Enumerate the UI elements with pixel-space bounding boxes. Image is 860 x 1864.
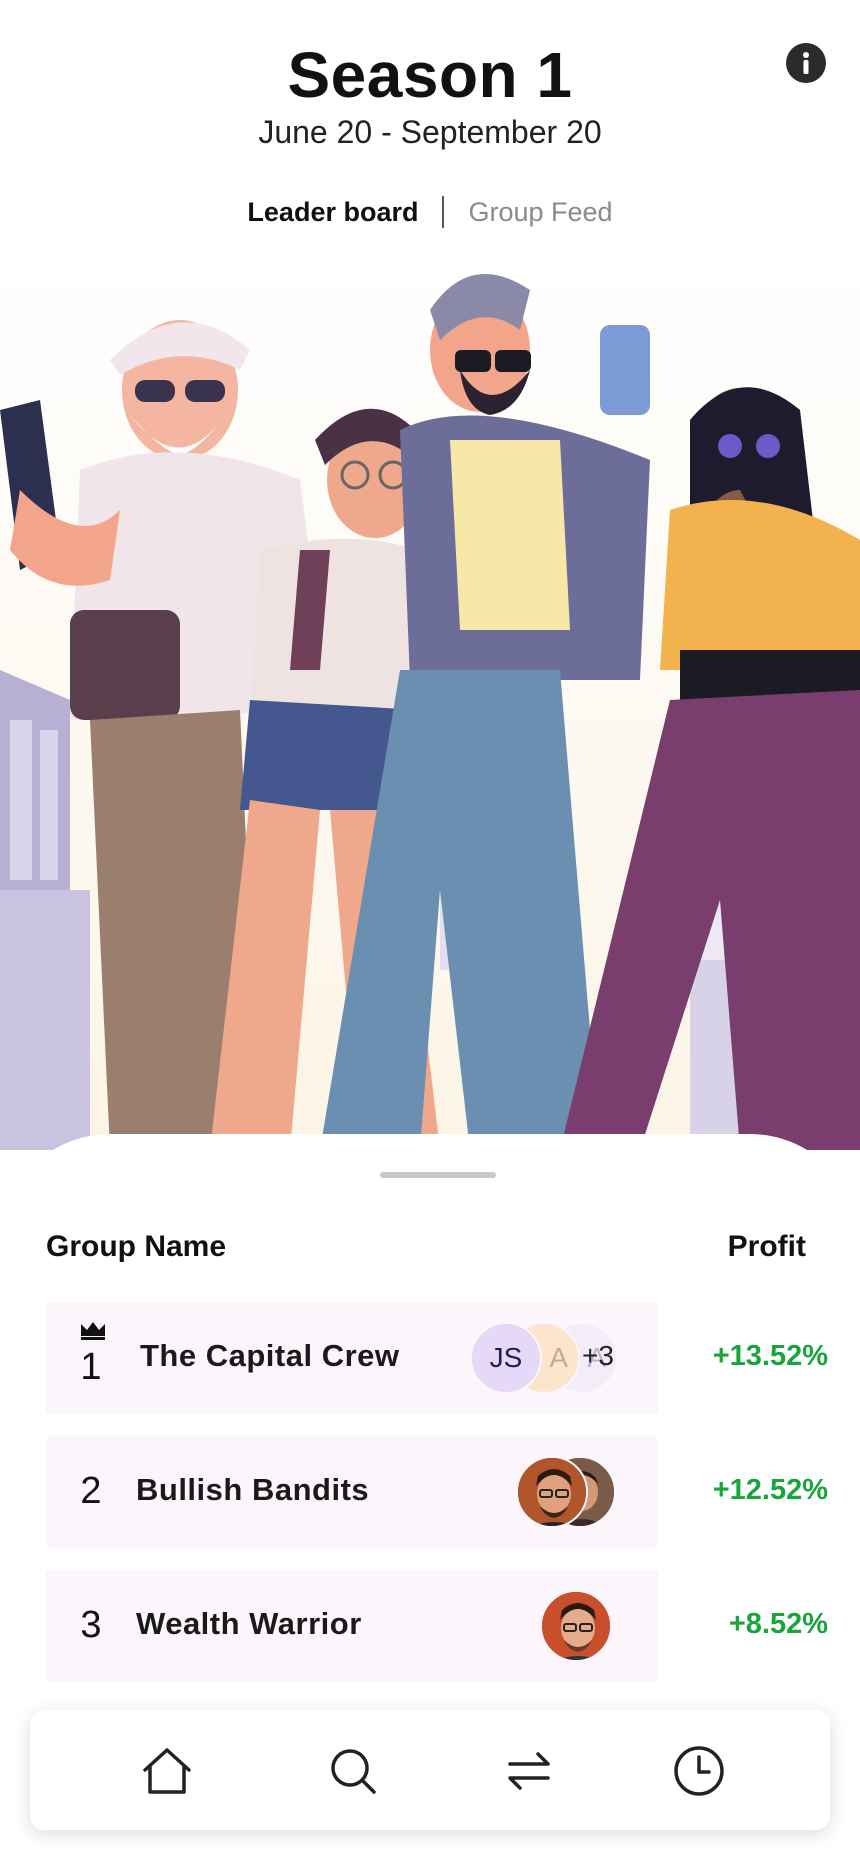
page-title: Season 1 — [287, 39, 573, 111]
search-icon — [331, 1749, 376, 1794]
nav-history[interactable] — [672, 1744, 726, 1798]
info-button[interactable] — [786, 43, 826, 83]
hero-illustration — [0, 250, 860, 1150]
bottom-nav — [30, 1710, 830, 1830]
avatar — [516, 1456, 588, 1528]
rank-number: 2 — [80, 1470, 102, 1512]
group-name: Wealth Warrior — [136, 1606, 362, 1641]
drag-handle[interactable] — [380, 1172, 496, 1178]
profit-value: +12.52% — [712, 1474, 828, 1506]
rank-number: 1 — [80, 1346, 102, 1388]
member-avatars — [540, 1590, 620, 1662]
info-icon — [803, 52, 809, 74]
swap-icon — [508, 1752, 550, 1790]
header: Season 1 June 20 - September 20 Leader b… — [0, 0, 860, 250]
history-icon — [674, 1746, 724, 1796]
avatar-initials: JS — [470, 1322, 542, 1394]
group-name: The Capital Crew — [140, 1338, 400, 1373]
tab-bar: Leader board Group Feed — [0, 196, 860, 228]
crown-icon — [81, 1322, 105, 1340]
leaderboard-row-2[interactable]: 2 Bullish Bandits +12.52% — [46, 1436, 828, 1548]
tab-divider — [442, 196, 445, 228]
season-dates: June 20 - September 20 — [258, 114, 602, 150]
rank-number: 3 — [80, 1604, 102, 1646]
member-avatars — [516, 1456, 626, 1528]
group-name: Bullish Bandits — [136, 1472, 370, 1507]
avatar — [540, 1590, 612, 1662]
leaderboard-row-3[interactable]: 3 Wealth Warrior +8.52% — [46, 1570, 828, 1682]
nav-swap[interactable] — [502, 1744, 556, 1798]
nav-home[interactable] — [140, 1744, 194, 1798]
column-header-profit: Profit — [727, 1230, 806, 1263]
nav-search[interactable] — [326, 1744, 380, 1798]
profit-value: +8.52% — [728, 1608, 828, 1640]
more-members-count: +3 — [582, 1340, 614, 1371]
profit-value: +13.52% — [712, 1340, 828, 1372]
tab-group-feed[interactable]: Group Feed — [468, 197, 612, 228]
leaderboard-row-1[interactable]: 1 The Capital Crew A A JS +3 +13.52% — [46, 1302, 828, 1414]
home-icon — [143, 1748, 191, 1794]
member-avatars: A A JS +3 — [470, 1322, 620, 1394]
tab-leaderboard[interactable]: Leader board — [247, 197, 418, 228]
column-header-group-name: Group Name — [46, 1230, 227, 1263]
